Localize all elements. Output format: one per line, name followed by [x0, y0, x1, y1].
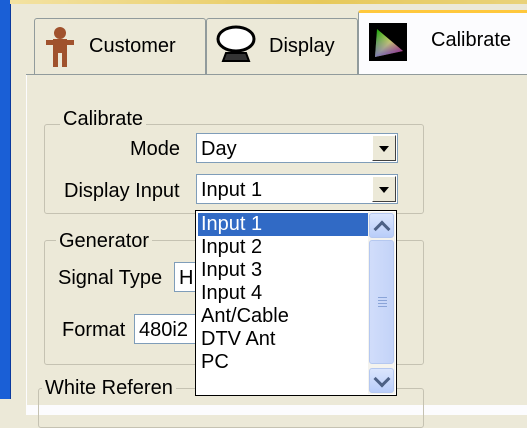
scroll-up-button[interactable] [369, 213, 394, 238]
mode-label: Mode [130, 138, 181, 160]
tab-display-label: Display [269, 35, 335, 57]
grip-line [378, 297, 387, 298]
dropdown-option[interactable]: Input 4 [198, 282, 368, 305]
tab-display[interactable]: Display [206, 18, 358, 74]
mode-dropdown-button[interactable] [372, 135, 396, 161]
chevron-down-icon [373, 370, 391, 388]
dropdown-option[interactable]: DTV Ant [198, 328, 368, 351]
window-left-border [0, 0, 11, 399]
monitor-icon [215, 25, 257, 71]
tab-customer[interactable]: Customer [34, 18, 206, 74]
signal-type-select-value: H [179, 267, 194, 289]
calibrate-group-title: Calibrate [60, 108, 147, 130]
display-input-select[interactable]: Input 1 [196, 174, 398, 204]
format-select-value: 480i2 [139, 319, 188, 341]
scrollbar-thumb[interactable] [369, 240, 394, 364]
display-input-dropdown-list: Input 1 Input 2 Input 3 Input 4 Ant/Cabl… [195, 210, 397, 396]
dropdown-option[interactable]: PC [198, 351, 368, 374]
display-input-label: Display Input [64, 180, 180, 202]
grip-line [378, 303, 387, 304]
white-reference-group-title: White Referen [42, 377, 176, 399]
dropdown-option[interactable]: Input 3 [198, 259, 368, 282]
format-label: Format [62, 319, 126, 341]
generator-group-title: Generator [56, 230, 153, 252]
grip-line [378, 306, 387, 307]
dropdown-option[interactable]: Input 1 [198, 213, 368, 236]
scroll-down-button[interactable] [369, 368, 394, 393]
tab-calibrate-label: Calibrate [431, 29, 512, 51]
signal-type-label: Signal Type [58, 267, 163, 289]
dropdown-option[interactable]: Ant/Cable [198, 305, 368, 328]
person-icon [43, 25, 77, 75]
dropdown-option[interactable]: Input 2 [198, 236, 368, 259]
dropdown-scrollbar[interactable] [368, 212, 395, 394]
display-input-select-value: Input 1 [201, 179, 263, 201]
mode-select[interactable]: Day [196, 133, 398, 163]
grip-line [378, 300, 387, 301]
mode-select-value: Day [201, 138, 237, 160]
chevron-up-icon [373, 220, 391, 238]
tab-customer-label: Customer [89, 35, 176, 57]
display-input-dropdown-button[interactable] [372, 176, 396, 202]
color-gamut-icon [369, 23, 407, 67]
tab-calibrate[interactable]: Calibrate [358, 10, 527, 76]
